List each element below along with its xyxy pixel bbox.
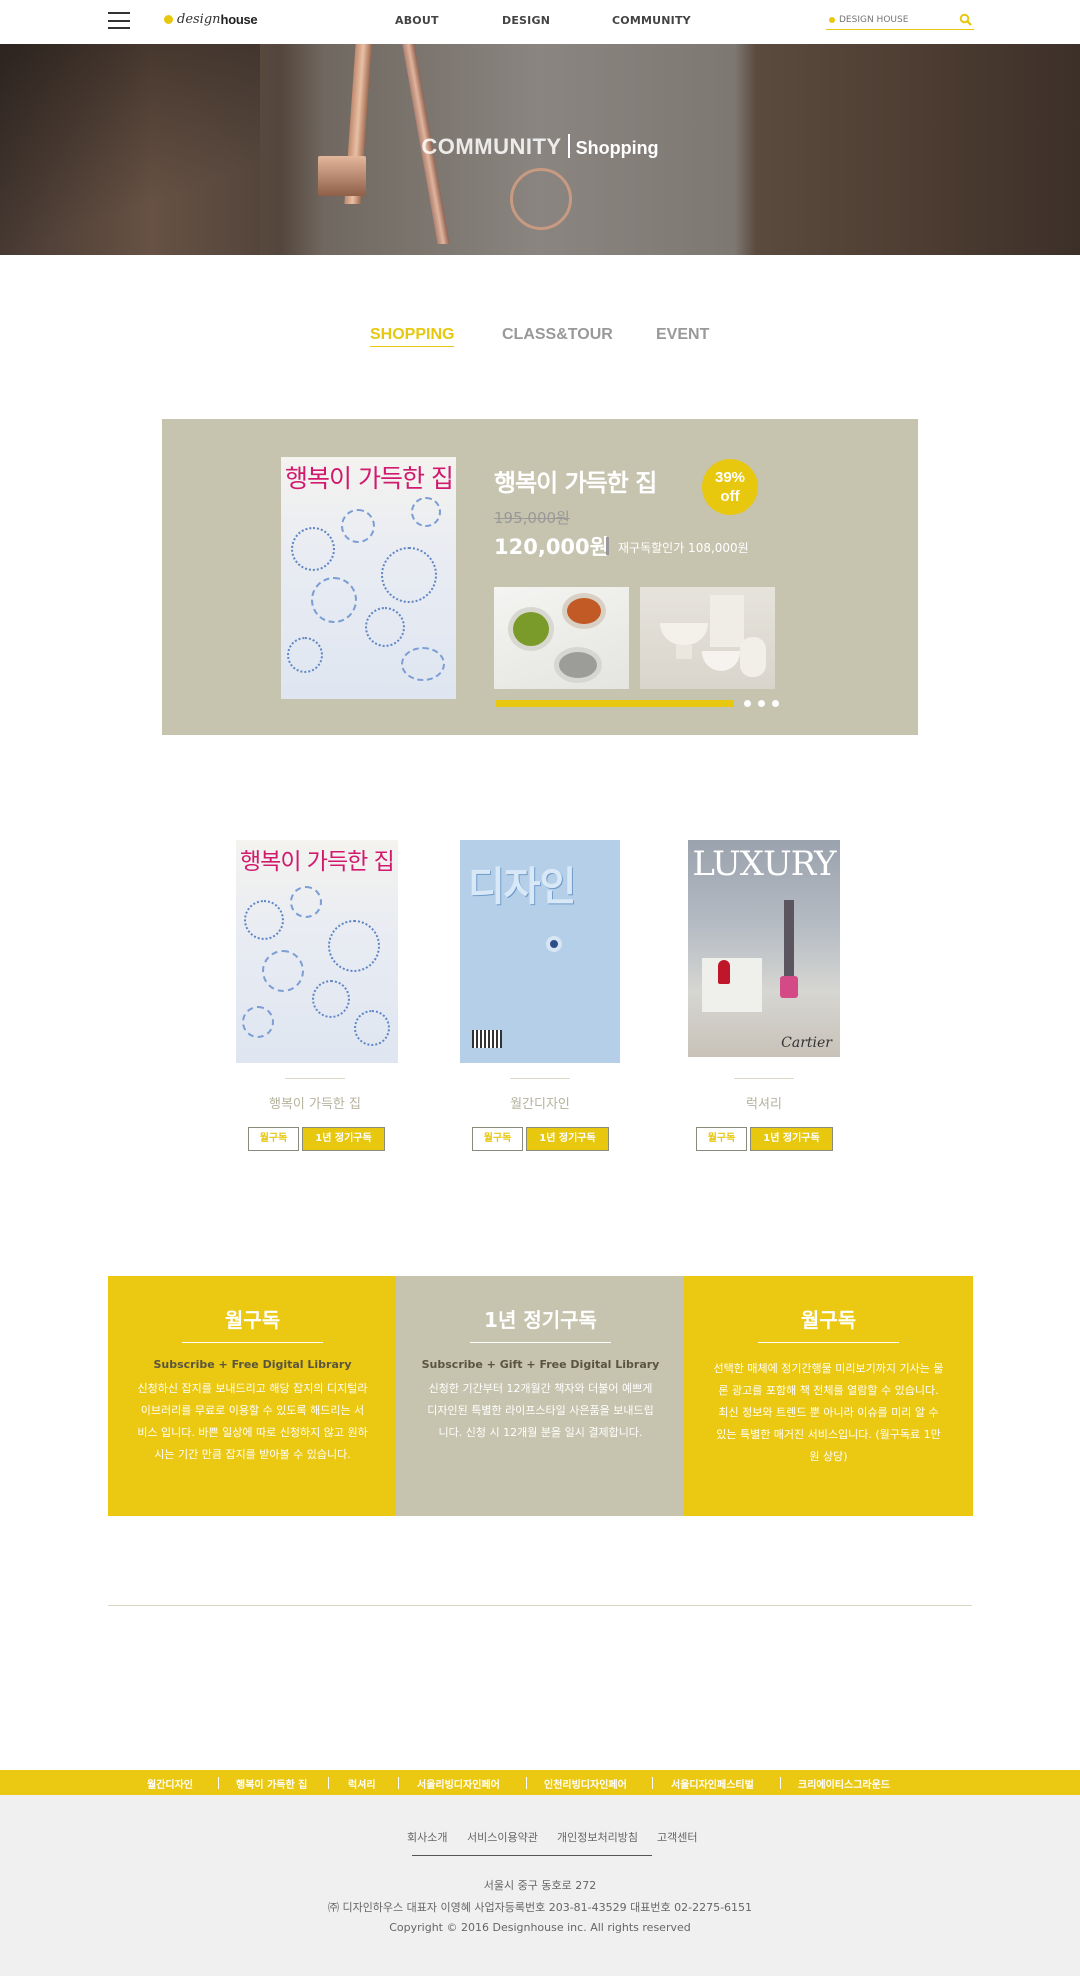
logo[interactable]: design house [164, 12, 258, 27]
cover-title: 행복이 가득한 집 [285, 464, 454, 493]
family-site-bar: 월간디자인 행복이 가득한 집 럭셔리 서울리빙디자인페어 인천리빙디자인페어 … [0, 1770, 1080, 1795]
featured-title: 행복이 가득한 집 [494, 469, 657, 497]
family-link-happy-home[interactable]: 행복이 가득한 집 [236, 1776, 307, 1791]
renewal-price: 재구독할인가 108,000원 [618, 541, 749, 555]
product-name: 월간디자인 [510, 1097, 570, 1112]
slide-progress-bar [496, 700, 734, 707]
nav-about[interactable]: ABOUT [395, 14, 439, 27]
nav-design[interactable]: DESIGN [502, 14, 550, 27]
monthly-subscribe-button[interactable]: 월구독 [248, 1127, 299, 1151]
box-description: 선택한 매체에 정기간행물 미리보기까지 기사는 물론 광고를 포함해 책 전체… [713, 1362, 944, 1463]
yearly-subscribe-button[interactable]: 1년 정기구독 [302, 1127, 385, 1151]
subscription-info-monthly: 월구독 Subscribe + Free Digital Library 신청하… [108, 1276, 397, 1516]
product-cover-image[interactable]: 행복이 가득한 집 [236, 840, 398, 1063]
box-title: 월구독 [800, 1308, 857, 1332]
cover-title: LUXURY [692, 844, 836, 884]
original-price: 195,000원 [494, 509, 570, 527]
yearly-subscribe-button[interactable]: 1년 정기구독 [526, 1127, 609, 1151]
product-cover-image[interactable]: 디자인 [460, 840, 620, 1063]
footer-link-company[interactable]: 회사소개 [407, 1829, 447, 1845]
discount-badge: 39% off [702, 459, 758, 515]
logo-text-house: house [220, 12, 258, 27]
product-name: 럭셔리 [746, 1097, 782, 1112]
box-title: 월구독 [224, 1308, 281, 1332]
divider [108, 1605, 972, 1606]
box-subtitle: Subscribe + Free Digital Library [153, 1358, 352, 1371]
product-card: 디자인 월간디자인 월구독 1년 정기구독 [440, 840, 640, 1160]
footer-link-terms[interactable]: 서비스이용약관 [467, 1829, 538, 1845]
footer-link-privacy[interactable]: 개인정보처리방침 [557, 1829, 638, 1845]
family-link-creatives-ground[interactable]: 크리에이티스그라운드 [798, 1776, 890, 1791]
box-description: 신청하신 잡지를 보내드리고 해당 잡지의 디지털라이브러리를 무료로 이용할 … [137, 1382, 368, 1461]
family-link-design[interactable]: 월간디자인 [147, 1776, 193, 1791]
footer-link-support[interactable]: 고객센터 [657, 1829, 697, 1845]
slide-dot[interactable] [758, 700, 765, 707]
family-link-incheon-living-fair[interactable]: 인천리빙디자인페어 [544, 1776, 627, 1791]
footer: 회사소개 서비스이용약관 개인정보처리방침 고객센터 서울시 중구 동호로 27… [0, 1795, 1080, 1976]
cover-title: 행복이 가득한 집 [240, 849, 395, 875]
nav-community[interactable]: COMMUNITY [612, 14, 691, 27]
cover-title: 디자인 [468, 864, 576, 910]
subscription-info-preview: 월구독 선택한 매체에 정기간행물 미리보기까지 기사는 물론 광고를 포함해 … [684, 1276, 973, 1516]
tab-class-tour[interactable]: CLASS&TOUR [502, 326, 613, 344]
box-description: 신청한 기간부터 12개월간 책자와 더불어 예쁘게 디자인된 특별한 라이프스… [427, 1382, 654, 1439]
subscription-info-yearly: 1년 정기구독 Subscribe + Gift + Free Digital … [396, 1276, 685, 1516]
gift-thumbnail-bowls[interactable] [640, 587, 775, 689]
logo-dot [164, 15, 173, 24]
monthly-subscribe-button[interactable]: 월구독 [696, 1127, 747, 1151]
family-link-design-festival[interactable]: 서울디자인페스티벌 [671, 1776, 754, 1791]
footer-copyright: Copyright © 2016 Designhouse inc. All ri… [389, 1921, 691, 1934]
hero-decor [318, 156, 366, 196]
footer-address: 서울시 중구 동호로 272 [483, 1879, 597, 1892]
yearly-subscribe-button[interactable]: 1년 정기구독 [750, 1127, 833, 1151]
featured-product: 행복이 가득한 집 행복이 가득한 집 39% off 195,000원 120… [162, 419, 918, 735]
hero-decor [510, 168, 572, 230]
hero-banner: COMMUNITY Shopping [0, 44, 1080, 255]
hero-title-main: COMMUNITY [421, 134, 562, 159]
box-title: 1년 정기구독 [484, 1308, 597, 1332]
family-link-seoul-living-fair[interactable]: 서울리빙디자인페어 [417, 1776, 500, 1791]
footer-company-info: ㈜ 디자인하우스 대표자 이영혜 사업자등록번호 203-81-43529 대표… [327, 1901, 753, 1914]
product-name: 행복이 가득한 집 [269, 1097, 361, 1112]
product-cover-image[interactable]: LUXURY Cartier [688, 840, 840, 1057]
logo-text-design: design [177, 12, 221, 27]
search-box [826, 10, 974, 30]
family-link-luxury[interactable]: 럭셔리 [348, 1776, 376, 1791]
search-dot [829, 17, 835, 23]
slide-dot[interactable] [772, 700, 779, 707]
hero-title: COMMUNITY Shopping [0, 134, 1080, 160]
slide-dot[interactable] [744, 700, 751, 707]
gift-thumbnail-plates[interactable] [494, 587, 629, 689]
tab-event[interactable]: EVENT [656, 326, 709, 344]
cover-subtitle: Cartier [781, 1035, 832, 1051]
product-card: 행복이 가득한 집 행복이 가득한 집 월구독 1년 정기구독 [215, 840, 415, 1160]
monthly-subscribe-button[interactable]: 월구독 [472, 1127, 523, 1151]
box-subtitle: Subscribe + Gift + Free Digital Library [421, 1358, 660, 1371]
hero-title-sub: Shopping [575, 138, 659, 158]
featured-cover-image[interactable]: 행복이 가득한 집 [281, 457, 456, 699]
search-input[interactable] [839, 10, 951, 29]
header: design house ABOUT DESIGN COMMUNITY [0, 0, 1080, 44]
search-icon[interactable] [959, 13, 972, 26]
menu-icon[interactable] [108, 12, 130, 29]
tab-shopping[interactable]: SHOPPING [370, 326, 455, 347]
sale-price: 120,000원 [494, 535, 609, 559]
product-card: LUXURY Cartier 럭셔리 월구독 1년 정기구독 [664, 840, 864, 1160]
